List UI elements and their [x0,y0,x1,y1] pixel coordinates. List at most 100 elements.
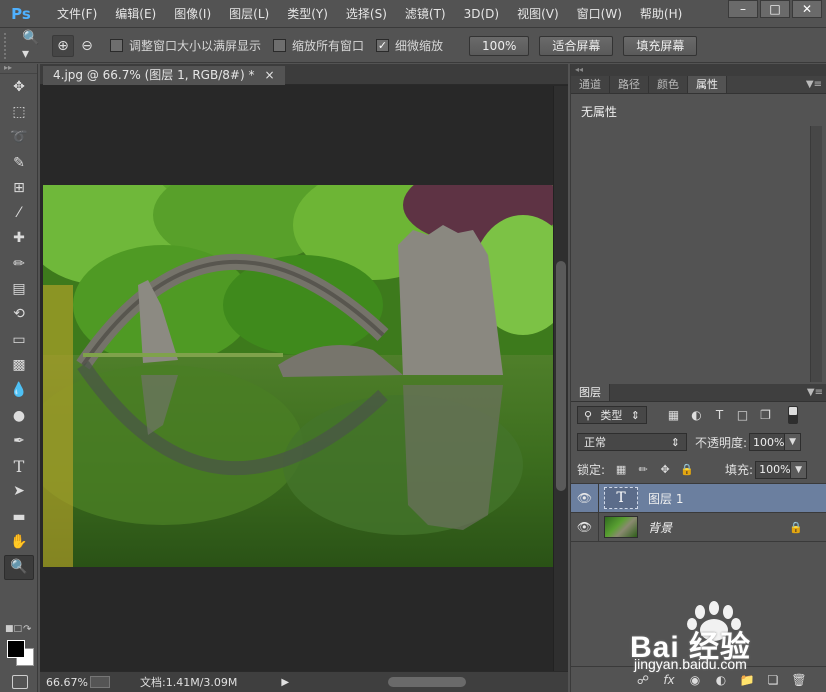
layer-lock-icon: 🔒 [789,520,803,534]
filter-icons: ▦ ◐ T □ ❐ [665,407,774,424]
menu-image[interactable]: 图像(I) [165,0,220,28]
document-tab-close-icon[interactable]: × [264,66,274,85]
opacity-field[interactable]: 100% [749,433,786,451]
filter-type-icon[interactable]: T [711,407,728,424]
healing-brush-tool-icon[interactable]: ✚ [0,226,38,251]
path-select-tool-icon[interactable]: ➤ [0,479,38,504]
filter-smart-object-icon[interactable]: ❐ [757,407,774,424]
zoom-all-checkbox[interactable] [273,39,287,52]
lock-pixels-icon[interactable]: ✏ [637,463,649,476]
menu-window[interactable]: 窗口(W) [568,0,631,28]
chevron-updown-icon: ⇕ [670,435,680,449]
fit-screen-button[interactable]: 适合屏幕 [539,35,614,56]
filter-pixel-icon[interactable]: ▦ [665,407,682,424]
zoom-all-option[interactable]: 缩放所有窗口 [273,37,364,54]
tab-paths[interactable]: 路径 [610,76,649,93]
layer-row-text[interactable]: 👁 T 图层 1 [571,484,826,513]
quick-select-tool-icon[interactable]: ✎ [0,150,38,175]
vertical-scroll-thumb[interactable] [556,261,566,491]
actual-pixels-button[interactable]: 100% [469,35,530,56]
tab-channels[interactable]: 通道 [571,76,610,93]
vertical-scrollbar[interactable] [553,86,568,676]
quick-mask-icon[interactable] [12,675,28,689]
minimize-icon[interactable]: – [728,0,758,18]
dock-collapse-icon[interactable]: ◂◂ [571,64,826,76]
scrubby-zoom-option[interactable]: ✓ 细微缩放 [376,37,443,54]
properties-panel-menu-icon[interactable]: ▼≡ [806,76,822,93]
menu-type[interactable]: 类型(Y) [278,0,337,28]
history-brush-tool-icon[interactable]: ⟲ [0,302,38,327]
resize-windows-option[interactable]: 调整窗口大小以满屏显示 [110,37,261,54]
filter-adjustment-icon[interactable]: ◐ [688,407,705,424]
maximize-icon[interactable]: □ [760,0,790,18]
blend-mode-select[interactable]: 正常 ⇕ [577,433,687,451]
fill-screen-button[interactable]: 填充屏幕 [623,35,698,56]
default-colors-icon[interactable]: ■□ [5,624,22,634]
tab-layers[interactable]: 图层 [571,384,610,401]
close-icon[interactable]: ✕ [792,0,822,18]
zoom-out-icon[interactable]: ⊖ [76,35,98,57]
blur-tool-icon[interactable]: 💧 [0,378,38,403]
tab-properties[interactable]: 属性 [688,76,727,93]
resize-windows-label: 调整窗口大小以满屏显示 [129,39,262,53]
lock-all-icon[interactable]: 🔒 [680,463,694,476]
layer-row-background[interactable]: 👁 背景 🔒 [571,513,826,542]
menu-layer[interactable]: 图层(L) [220,0,278,28]
shape-tool-icon[interactable]: ▬ [0,504,38,529]
zoom-tool-icon[interactable]: 🔍 [4,554,34,580]
move-tool-icon[interactable]: ✥ [0,74,38,99]
options-grip[interactable] [4,32,10,59]
lock-transparent-icon[interactable]: ▦ [615,463,627,476]
clone-stamp-tool-icon[interactable]: ▤ [0,276,38,301]
status-icon[interactable] [90,676,110,688]
properties-scrollbar[interactable] [810,126,822,382]
status-menu-arrow-icon[interactable]: ▶ [281,677,289,688]
pen-tool-icon[interactable]: ✒ [0,428,38,453]
document-tab-strip: 4.jpg @ 66.7% (图层 1, RGB/8#) * × [40,64,568,85]
tools-collapse-icon[interactable]: ▸▸ [0,64,37,74]
visibility-eye-icon[interactable]: 👁 [571,513,599,541]
blend-row: 正常 ⇕ 不透明度: 100% ▼ [571,428,826,456]
menu-select[interactable]: 选择(S) [337,0,396,28]
menu-filter[interactable]: 滤镜(T) [396,0,455,28]
eraser-tool-icon[interactable]: ▭ [0,327,38,352]
hand-tool-icon[interactable]: ✋ [0,529,38,554]
menu-edit[interactable]: 编辑(E) [106,0,165,28]
layer-name[interactable]: 图层 1 [648,490,683,507]
crop-tool-icon[interactable]: ⊞ [0,175,38,200]
menu-view[interactable]: 视图(V) [508,0,568,28]
horizontal-scroll-thumb[interactable] [388,677,466,687]
lock-position-icon[interactable]: ✥ [659,463,671,476]
dodge-tool-icon[interactable]: ● [0,403,38,428]
brush-tool-icon[interactable]: ✏ [0,251,38,276]
filter-kind-value: 类型 [600,409,623,422]
scrubby-zoom-checkbox[interactable]: ✓ [376,39,390,52]
lasso-tool-icon[interactable]: ➰ [0,125,38,150]
layers-panel-menu-icon[interactable]: ▼≡ [807,384,823,401]
filter-toggle[interactable] [788,406,798,424]
gradient-tool-icon[interactable]: ▩ [0,352,38,377]
fill-dropdown-icon[interactable]: ▼ [791,460,808,479]
menu-3d[interactable]: 3D(D) [455,0,508,28]
zoom-level[interactable]: 66.67% [46,676,90,689]
menu-file[interactable]: 文件(F) [48,0,106,28]
image-canvas[interactable] [43,185,553,567]
visibility-eye-icon[interactable]: 👁 [571,484,599,512]
eyedropper-tool-icon[interactable]: ⁄ [0,200,38,225]
tab-color[interactable]: 颜色 [649,76,688,93]
type-tool-icon[interactable]: T [0,453,38,478]
fill-field[interactable]: 100% [755,460,792,479]
swap-colors-icon[interactable]: ↷ [23,624,31,635]
foreground-color-swatch[interactable] [7,640,25,658]
zoom-in-icon[interactable]: ⊕ [52,34,74,57]
layers-tab-bar: 图层 ▼≡ [571,384,826,402]
menu-help[interactable]: 帮助(H) [631,0,691,28]
zoom-tool-preset-icon[interactable]: 🔍▾ [22,30,44,62]
filter-kind-select[interactable]: ⚲ 类型 ⇕ [577,406,647,424]
document-tab[interactable]: 4.jpg @ 66.7% (图层 1, RGB/8#) * × [43,66,285,85]
layer-name[interactable]: 背景 [648,519,672,536]
opacity-dropdown-icon[interactable]: ▼ [785,433,802,451]
resize-windows-checkbox[interactable] [110,39,123,52]
marquee-tool-icon[interactable]: ⬚ [0,99,38,124]
filter-shape-icon[interactable]: □ [734,407,751,424]
